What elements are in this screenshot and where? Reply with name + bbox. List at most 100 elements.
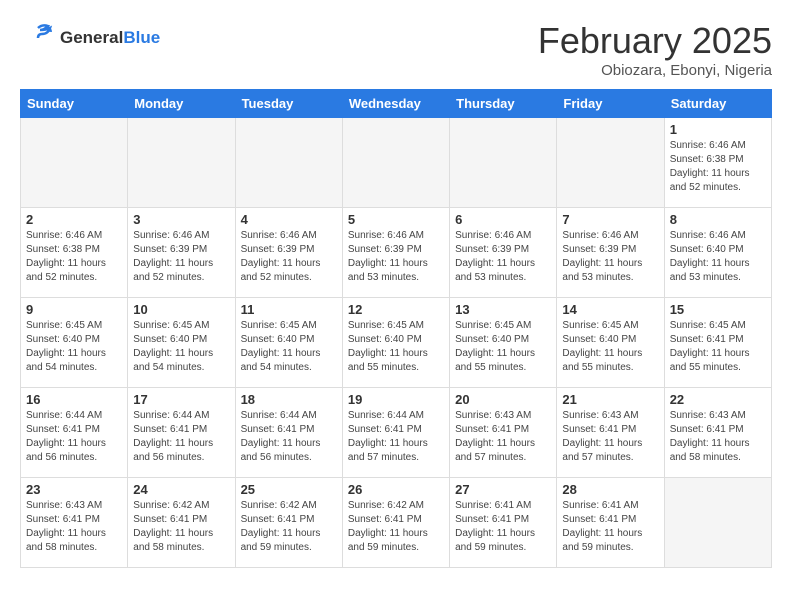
day-cell: 18 Sunrise: 6:44 AM Sunset: 6:41 PM Dayli…	[235, 388, 342, 478]
day-cell: 20 Sunrise: 6:43 AM Sunset: 6:41 PM Dayli…	[450, 388, 557, 478]
day-info: Sunrise: 6:43 AM Sunset: 6:41 PM Dayligh…	[670, 409, 766, 465]
day-number: 2	[26, 212, 122, 227]
day-number: 23	[26, 482, 122, 497]
day-number: 15	[670, 302, 766, 317]
day-info: Sunrise: 6:44 AM Sunset: 6:41 PM Dayligh…	[348, 409, 444, 465]
weekday-header-wednesday: Wednesday	[342, 90, 449, 118]
day-cell: 8 Sunrise: 6:46 AM Sunset: 6:40 PM Daylig…	[664, 208, 771, 298]
day-info: Sunrise: 6:45 AM Sunset: 6:40 PM Dayligh…	[241, 319, 337, 375]
day-cell: 10 Sunrise: 6:45 AM Sunset: 6:40 PM Dayli…	[128, 298, 235, 388]
day-cell: 23 Sunrise: 6:43 AM Sunset: 6:41 PM Dayli…	[21, 478, 128, 568]
day-info: Sunrise: 6:45 AM Sunset: 6:40 PM Dayligh…	[562, 319, 658, 375]
day-info: Sunrise: 6:41 AM Sunset: 6:41 PM Dayligh…	[562, 499, 658, 555]
location: Obiozara, Ebonyi, Nigeria	[538, 62, 772, 79]
weekday-header-friday: Friday	[557, 90, 664, 118]
day-info: Sunrise: 6:43 AM Sunset: 6:41 PM Dayligh…	[26, 499, 122, 555]
day-cell: 25Sunrise: 6:42 AM Sunset: 6:41 PM Dayli…	[235, 478, 342, 568]
day-cell: 15 Sunrise: 6:45 AM Sunset: 6:41 PM Dayli…	[664, 298, 771, 388]
day-number: 19	[348, 392, 444, 407]
day-number: 8	[670, 212, 766, 227]
day-cell	[21, 118, 128, 208]
day-number: 22	[670, 392, 766, 407]
day-info: Sunrise: 6:44 AM Sunset: 6:41 PM Dayligh…	[133, 409, 229, 465]
day-number: 3	[133, 212, 229, 227]
day-cell: 27 Sunrise: 6:41 AM Sunset: 6:41 PM Dayli…	[450, 478, 557, 568]
day-info: Sunrise: 6:45 AM Sunset: 6:40 PM Dayligh…	[26, 319, 122, 375]
day-number: 13	[455, 302, 551, 317]
day-info: Sunrise: 6:41 AM Sunset: 6:41 PM Dayligh…	[455, 499, 551, 555]
week-row-3: 9 Sunrise: 6:45 AM Sunset: 6:40 PM Daylig…	[21, 298, 772, 388]
day-info: Sunrise: 6:46 AM Sunset: 6:39 PM Dayligh…	[241, 229, 337, 285]
day-cell: 12Sunrise: 6:45 AM Sunset: 6:40 PM Dayli…	[342, 298, 449, 388]
day-info: Sunrise: 6:45 AM Sunset: 6:41 PM Dayligh…	[670, 319, 766, 375]
day-info: Sunrise: 6:45 AM Sunset: 6:40 PM Dayligh…	[455, 319, 551, 375]
day-cell: 24Sunrise: 6:42 AM Sunset: 6:41 PM Dayli…	[128, 478, 235, 568]
day-cell	[664, 478, 771, 568]
day-cell: 17Sunrise: 6:44 AM Sunset: 6:41 PM Dayli…	[128, 388, 235, 478]
month-title: February 2025	[538, 20, 772, 62]
day-cell	[557, 118, 664, 208]
weekday-header-monday: Monday	[128, 90, 235, 118]
weekday-header-saturday: Saturday	[664, 90, 771, 118]
day-cell: 6 Sunrise: 6:46 AM Sunset: 6:39 PM Daylig…	[450, 208, 557, 298]
day-number: 27	[455, 482, 551, 497]
day-cell: 2Sunrise: 6:46 AM Sunset: 6:38 PM Daylig…	[21, 208, 128, 298]
day-info: Sunrise: 6:42 AM Sunset: 6:41 PM Dayligh…	[241, 499, 337, 555]
day-cell: 1Sunrise: 6:46 AM Sunset: 6:38 PM Daylig…	[664, 118, 771, 208]
day-number: 24	[133, 482, 229, 497]
calendar: SundayMondayTuesdayWednesdayThursdayFrid…	[20, 89, 772, 568]
day-cell: 5Sunrise: 6:46 AM Sunset: 6:39 PM Daylig…	[342, 208, 449, 298]
day-number: 6	[455, 212, 551, 227]
day-info: Sunrise: 6:42 AM Sunset: 6:41 PM Dayligh…	[348, 499, 444, 555]
day-cell	[342, 118, 449, 208]
day-number: 7	[562, 212, 658, 227]
day-cell	[235, 118, 342, 208]
day-info: Sunrise: 6:44 AM Sunset: 6:41 PM Dayligh…	[241, 409, 337, 465]
day-info: Sunrise: 6:44 AM Sunset: 6:41 PM Dayligh…	[26, 409, 122, 465]
week-row-2: 2Sunrise: 6:46 AM Sunset: 6:38 PM Daylig…	[21, 208, 772, 298]
day-info: Sunrise: 6:45 AM Sunset: 6:40 PM Dayligh…	[133, 319, 229, 375]
day-number: 16	[26, 392, 122, 407]
day-cell: 28 Sunrise: 6:41 AM Sunset: 6:41 PM Dayli…	[557, 478, 664, 568]
day-info: Sunrise: 6:43 AM Sunset: 6:41 PM Dayligh…	[562, 409, 658, 465]
day-cell: 16 Sunrise: 6:44 AM Sunset: 6:41 PM Dayli…	[21, 388, 128, 478]
day-number: 4	[241, 212, 337, 227]
day-number: 11	[241, 302, 337, 317]
weekday-header-thursday: Thursday	[450, 90, 557, 118]
day-info: Sunrise: 6:46 AM Sunset: 6:38 PM Dayligh…	[670, 139, 766, 195]
week-row-4: 16 Sunrise: 6:44 AM Sunset: 6:41 PM Dayli…	[21, 388, 772, 478]
day-cell: 3Sunrise: 6:46 AM Sunset: 6:39 PM Daylig…	[128, 208, 235, 298]
week-row-1: 1Sunrise: 6:46 AM Sunset: 6:38 PM Daylig…	[21, 118, 772, 208]
day-cell	[128, 118, 235, 208]
weekday-header-row: SundayMondayTuesdayWednesdayThursdayFrid…	[21, 90, 772, 118]
day-cell: 11 Sunrise: 6:45 AM Sunset: 6:40 PM Dayli…	[235, 298, 342, 388]
day-info: Sunrise: 6:46 AM Sunset: 6:40 PM Dayligh…	[670, 229, 766, 285]
page-header: GeneralBlue February 2025 Obiozara, Ebon…	[20, 20, 772, 79]
day-cell: 19 Sunrise: 6:44 AM Sunset: 6:41 PM Dayli…	[342, 388, 449, 478]
day-cell: 22 Sunrise: 6:43 AM Sunset: 6:41 PM Dayli…	[664, 388, 771, 478]
day-number: 20	[455, 392, 551, 407]
logo: GeneralBlue	[20, 20, 160, 56]
day-number: 14	[562, 302, 658, 317]
weekday-header-tuesday: Tuesday	[235, 90, 342, 118]
day-number: 10	[133, 302, 229, 317]
day-number: 9	[26, 302, 122, 317]
day-info: Sunrise: 6:45 AM Sunset: 6:40 PM Dayligh…	[348, 319, 444, 375]
week-row-5: 23 Sunrise: 6:43 AM Sunset: 6:41 PM Dayli…	[21, 478, 772, 568]
title-block: February 2025 Obiozara, Ebonyi, Nigeria	[538, 20, 772, 79]
day-info: Sunrise: 6:46 AM Sunset: 6:39 PM Dayligh…	[455, 229, 551, 285]
day-cell	[450, 118, 557, 208]
day-number: 28	[562, 482, 658, 497]
day-number: 21	[562, 392, 658, 407]
day-number: 18	[241, 392, 337, 407]
logo-icon	[20, 20, 56, 56]
day-cell: 7 Sunrise: 6:46 AM Sunset: 6:39 PM Daylig…	[557, 208, 664, 298]
weekday-header-sunday: Sunday	[21, 90, 128, 118]
day-info: Sunrise: 6:43 AM Sunset: 6:41 PM Dayligh…	[455, 409, 551, 465]
day-cell: 9 Sunrise: 6:45 AM Sunset: 6:40 PM Daylig…	[21, 298, 128, 388]
day-cell: 4 Sunrise: 6:46 AM Sunset: 6:39 PM Daylig…	[235, 208, 342, 298]
day-cell: 26 Sunrise: 6:42 AM Sunset: 6:41 PM Dayli…	[342, 478, 449, 568]
day-number: 26	[348, 482, 444, 497]
day-number: 5	[348, 212, 444, 227]
day-info: Sunrise: 6:46 AM Sunset: 6:39 PM Dayligh…	[562, 229, 658, 285]
